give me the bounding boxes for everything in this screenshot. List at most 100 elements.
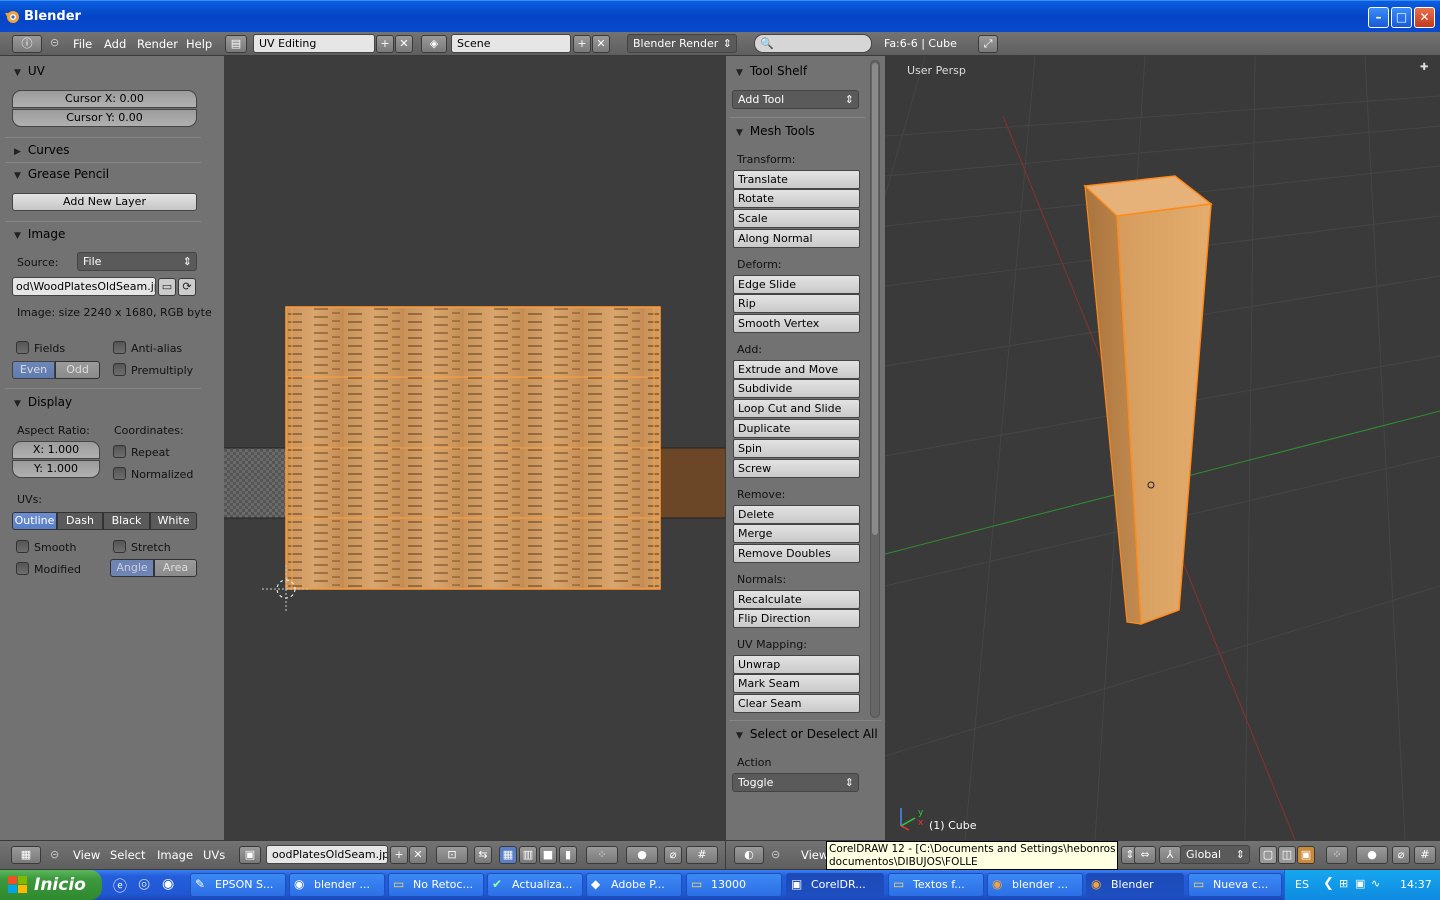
menu-collapse-icon[interactable]: ⊝ bbox=[50, 848, 59, 861]
new-image-icon[interactable]: + bbox=[390, 846, 408, 864]
scrollbar-thumb[interactable] bbox=[872, 63, 878, 535]
island-select-icon[interactable]: ▮ bbox=[559, 846, 577, 864]
tray-audio-icon[interactable]: ∿ bbox=[1371, 877, 1380, 890]
screen-layout-field[interactable]: UV Editing bbox=[253, 34, 375, 53]
vertex-select-icon[interactable]: ▦ bbox=[499, 846, 517, 864]
add-screen-icon[interactable]: + bbox=[376, 35, 394, 53]
orientation-axes-icon[interactable]: ⅄ bbox=[1159, 846, 1181, 864]
snap-grid-icon[interactable]: # bbox=[1414, 846, 1436, 864]
limit-selection-icon[interactable]: ⁘ bbox=[1326, 846, 1348, 864]
snap-grid-icon[interactable]: # bbox=[686, 846, 718, 864]
repeat-checkbox[interactable] bbox=[113, 445, 126, 458]
uv-panel-header[interactable]: ▼ UV bbox=[14, 64, 45, 78]
normalized-checkbox[interactable] bbox=[113, 467, 126, 480]
uv-mode-dash[interactable]: Dash bbox=[57, 512, 103, 530]
uv-editor-canvas[interactable] bbox=[224, 56, 725, 840]
remove-screen-icon[interactable]: ✕ bbox=[395, 35, 413, 53]
recalculate-button[interactable]: Recalculate bbox=[733, 590, 860, 609]
image-path-field[interactable]: od\WoodPlatesOldSeam.jpg bbox=[12, 277, 156, 296]
pivot-icon[interactable]: ⊡ bbox=[436, 846, 468, 864]
spin-button[interactable]: Spin bbox=[733, 439, 860, 458]
edge-select-icon[interactable]: ▥ bbox=[519, 846, 537, 864]
even-toggle[interactable]: Even bbox=[12, 361, 55, 379]
clear-seam-button[interactable]: Clear Seam bbox=[733, 694, 860, 713]
angle-toggle[interactable]: Angle bbox=[110, 559, 154, 577]
minimize-button[interactable]: – bbox=[1368, 7, 1389, 28]
subdivide-button[interactable]: Subdivide bbox=[733, 379, 860, 398]
3d-viewport[interactable]: User Persp ✚ y x (1) Cube bbox=[885, 56, 1440, 840]
tool-shelf-scrollbar[interactable] bbox=[870, 60, 880, 718]
menu-file[interactable]: File bbox=[73, 37, 92, 51]
add-new-layer-button[interactable]: Add New Layer bbox=[12, 193, 197, 211]
remove-doubles-button[interactable]: Remove Doubles bbox=[733, 544, 860, 563]
task-adobe[interactable]: Adobe P... bbox=[586, 873, 682, 897]
fields-checkbox[interactable] bbox=[16, 341, 29, 354]
orientation-select[interactable]: Global ⇕ bbox=[1180, 845, 1250, 864]
curves-panel-header[interactable]: ▶ Curves bbox=[14, 143, 69, 157]
add-scene-icon[interactable]: + bbox=[573, 35, 591, 53]
translate-button[interactable]: Translate bbox=[733, 170, 860, 189]
proportional-edit-icon[interactable]: ● bbox=[1356, 846, 1388, 864]
search-input[interactable]: 🔍 bbox=[754, 34, 872, 53]
premultiply-checkbox[interactable] bbox=[113, 363, 126, 376]
edge-slide-button[interactable]: Edge Slide bbox=[733, 275, 860, 294]
snap-icon[interactable]: ⌀ bbox=[1392, 846, 1410, 864]
menu-view[interactable]: View bbox=[73, 848, 100, 862]
tool-shelf-header[interactable]: ▼ Tool Shelf bbox=[736, 64, 807, 78]
screw-button[interactable]: Screw bbox=[733, 459, 860, 478]
menu-help[interactable]: Help bbox=[186, 37, 212, 51]
menu-image[interactable]: Image bbox=[157, 848, 193, 862]
menu-add[interactable]: Add bbox=[104, 37, 126, 51]
menu-view[interactable]: View bbox=[801, 848, 828, 862]
scene-icon[interactable]: ◈ bbox=[421, 35, 447, 53]
fullscreen-icon[interactable]: ⤢ bbox=[978, 35, 998, 53]
uv-mode-black[interactable]: Black bbox=[103, 512, 150, 530]
rotate-button[interactable]: Rotate bbox=[733, 189, 860, 208]
duplicate-button[interactable]: Duplicate bbox=[733, 419, 860, 438]
image-panel-header[interactable]: ▼ Image bbox=[14, 227, 65, 241]
menu-collapse-icon[interactable]: ⊝ bbox=[50, 36, 59, 49]
aspect-y-field[interactable]: Y: 1.000 bbox=[12, 460, 100, 478]
vertex-mode-icon[interactable]: ▢ bbox=[1259, 846, 1277, 864]
merge-button[interactable]: Merge bbox=[733, 524, 860, 543]
anti-alias-checkbox[interactable] bbox=[113, 341, 126, 354]
smooth-vertex-button[interactable]: Smooth Vertex bbox=[733, 314, 860, 333]
face-select-icon[interactable]: ■ bbox=[539, 846, 557, 864]
source-select[interactable]: File ⇕ bbox=[77, 252, 197, 271]
transform-manipulator-icon[interactable]: ⇔ bbox=[1134, 846, 1156, 864]
face-mode-icon[interactable]: ▣ bbox=[1297, 846, 1315, 864]
quicklaunch-chrome-icon[interactable]: ◉ bbox=[162, 876, 174, 892]
image-name-field[interactable]: oodPlatesOldSeam.jpg bbox=[266, 845, 388, 864]
sticky-select-icon[interactable]: ⁘ bbox=[586, 846, 618, 864]
tray-expand-icon[interactable]: ❮ bbox=[1323, 876, 1334, 891]
file-browse-icon[interactable]: ▭ bbox=[158, 278, 176, 296]
select-deselect-header[interactable]: ▼ Select or Deselect All bbox=[736, 727, 878, 741]
odd-toggle[interactable]: Odd bbox=[55, 361, 100, 379]
editor-type-3d-icon[interactable]: ◐ bbox=[734, 846, 764, 864]
unwrap-button[interactable]: Unwrap bbox=[733, 655, 860, 674]
tray-network-icon[interactable]: ⊞ bbox=[1339, 877, 1348, 890]
stretch-checkbox[interactable] bbox=[113, 540, 126, 553]
cursor-x-field[interactable]: Cursor X: 0.00 bbox=[12, 90, 197, 108]
flip-direction-button[interactable]: Flip Direction bbox=[733, 609, 860, 628]
close-window-button[interactable]: ✕ bbox=[1414, 7, 1435, 28]
extrude-and-move-button[interactable]: Extrude and Move bbox=[733, 360, 860, 379]
modified-checkbox[interactable] bbox=[16, 562, 29, 575]
smooth-checkbox[interactable] bbox=[16, 540, 29, 553]
proportional-edit-icon[interactable]: ● bbox=[626, 846, 658, 864]
view-options-icon[interactable]: ✚ bbox=[1420, 62, 1428, 73]
menu-uvs[interactable]: UVs bbox=[203, 848, 225, 862]
loop-cut-and-slide-button[interactable]: Loop Cut and Slide bbox=[733, 399, 860, 418]
remove-scene-icon[interactable]: ✕ bbox=[592, 35, 610, 53]
edge-mode-icon[interactable]: ◫ bbox=[1278, 846, 1296, 864]
rip-button[interactable]: Rip bbox=[733, 294, 860, 313]
reload-icon[interactable]: ⟳ bbox=[178, 278, 196, 296]
add-tool-select[interactable]: Add Tool ⇕ bbox=[732, 90, 859, 109]
unlink-image-icon[interactable]: ✕ bbox=[409, 846, 427, 864]
aspect-x-field[interactable]: X: 1.000 bbox=[12, 441, 100, 459]
maximize-button[interactable]: □ bbox=[1391, 7, 1412, 28]
menu-render[interactable]: Render bbox=[137, 37, 178, 51]
render-engine-select[interactable]: Blender Render ⇕ bbox=[627, 34, 737, 53]
action-select[interactable]: Toggle ⇕ bbox=[732, 773, 859, 792]
display-panel-header[interactable]: ▼ Display bbox=[14, 395, 72, 409]
